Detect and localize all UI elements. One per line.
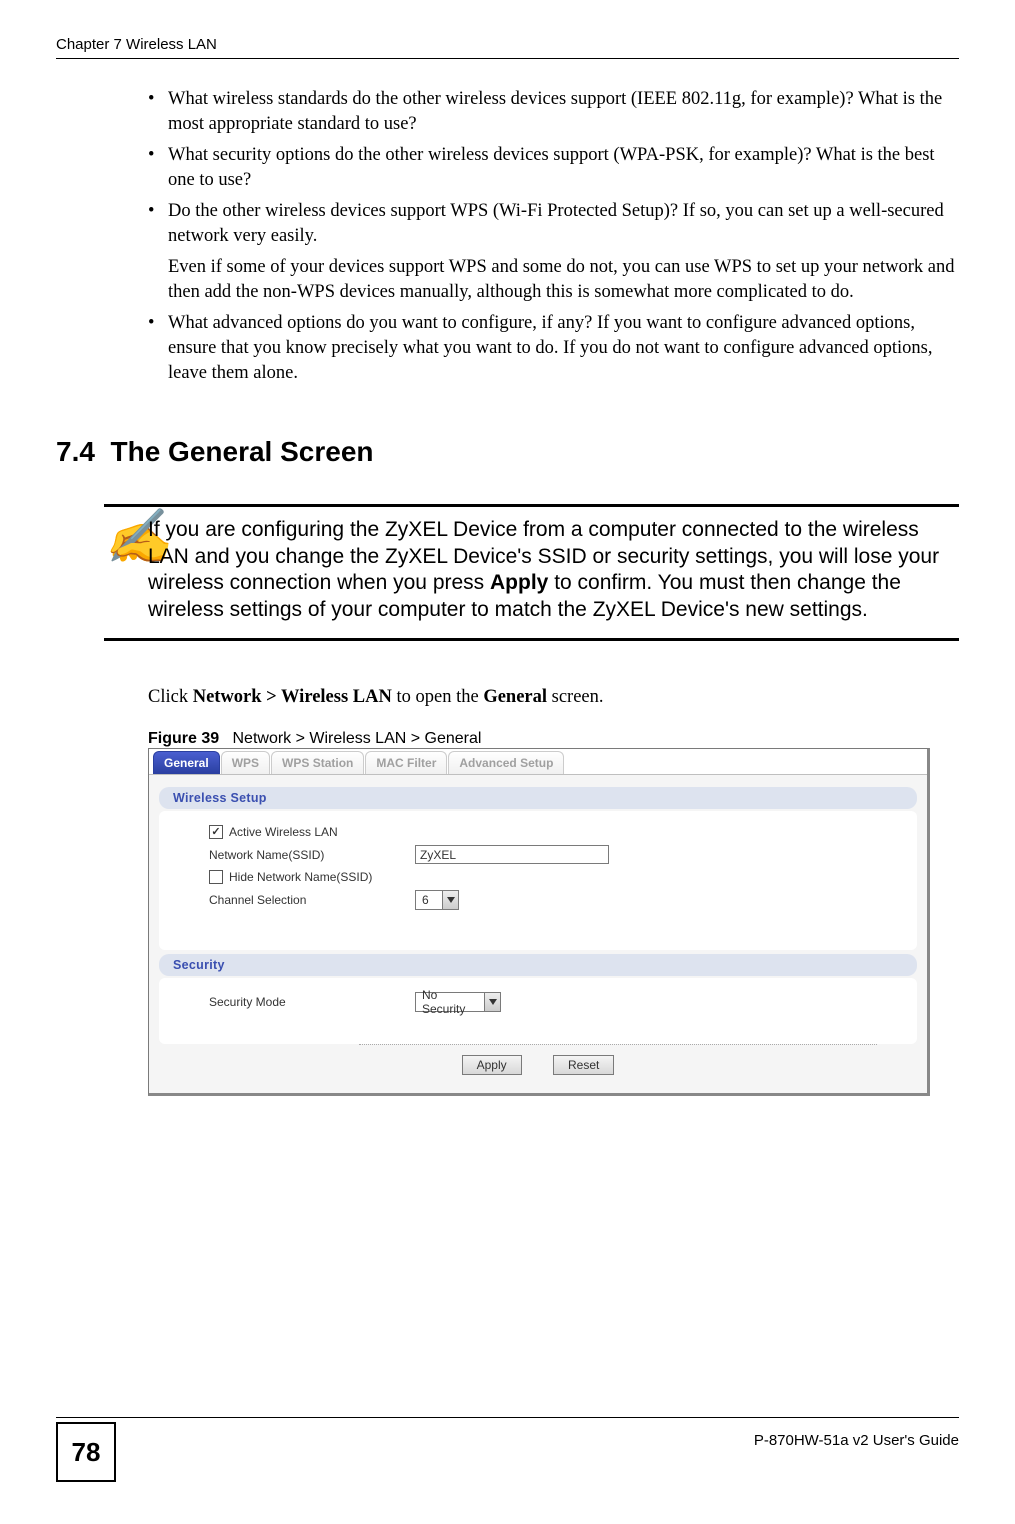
instr-bold2: General <box>483 687 547 707</box>
tab-panel: Wireless Setup Active Wireless LAN Netwo… <box>149 774 927 1093</box>
note-rule <box>104 638 959 641</box>
active-wlan-label: Active Wireless LAN <box>229 825 338 839</box>
tab-wps-station[interactable]: WPS Station <box>271 751 364 774</box>
ssid-label: Network Name(SSID) <box>209 848 324 862</box>
bullet-item: Do the other wireless devices support WP… <box>148 199 959 305</box>
security-heading: Security <box>159 954 917 976</box>
bullet-list: What wireless standards do the other wir… <box>148 87 959 386</box>
bullet-sub-para: Even if some of your devices support WPS… <box>168 255 959 305</box>
channel-label: Channel Selection <box>209 893 306 907</box>
separator <box>359 1044 877 1045</box>
tab-advanced-setup[interactable]: Advanced Setup <box>448 751 564 774</box>
ssid-input[interactable]: ZyXEL <box>415 845 609 864</box>
wireless-setup-body: Active Wireless LAN Network Name(SSID) Z… <box>159 811 917 950</box>
section-number: 7.4 <box>56 436 95 467</box>
row-active-wlan: Active Wireless LAN <box>209 825 897 839</box>
active-wlan-checkbox[interactable] <box>209 825 223 839</box>
bullet-text: What security options do the other wirel… <box>168 145 935 190</box>
chapter-title: Chapter 7 Wireless LAN <box>56 36 217 53</box>
bullet-text: Do the other wireless devices support WP… <box>168 201 944 246</box>
tab-general[interactable]: General <box>153 751 220 774</box>
row-hide-ssid: Hide Network Name(SSID) <box>209 870 897 884</box>
figure-title: Network > Wireless LAN > General <box>232 730 481 747</box>
section-title: The General Screen <box>111 436 374 467</box>
figure-caption: Figure 39 Network > Wireless LAN > Gener… <box>148 730 959 748</box>
bullet-item: What security options do the other wirel… <box>148 143 959 193</box>
tab-wps[interactable]: WPS <box>221 751 270 774</box>
security-mode-select[interactable]: No Security <box>415 992 501 1012</box>
page-body: What wireless standards do the other wir… <box>56 87 959 1096</box>
hide-ssid-label: Hide Network Name(SSID) <box>229 870 372 884</box>
note-text-bold: Apply <box>490 571 548 594</box>
instr-pre: Click <box>148 687 193 707</box>
bullet-text: What wireless standards do the other wir… <box>168 89 942 134</box>
note-text: If you are configuring the ZyXEL Device … <box>148 517 959 625</box>
bullet-text: What advanced options do you want to con… <box>168 313 933 383</box>
figure-label: Figure 39 <box>148 730 219 747</box>
note-content: ✍ If you are configuring the ZyXEL Devic… <box>104 507 959 639</box>
instruction-text: Click Network > Wireless LAN to open the… <box>148 687 959 708</box>
section-heading: 7.4 The General Screen <box>56 436 959 468</box>
dropdown-arrow-icon <box>442 891 458 909</box>
bullet-item: What wireless standards do the other wir… <box>148 87 959 137</box>
reset-button[interactable]: Reset <box>553 1055 614 1075</box>
security-mode-value: No Security <box>416 988 484 1016</box>
tab-bar: General WPS WPS Station MAC Filter Advan… <box>149 749 927 774</box>
row-ssid: Network Name(SSID) ZyXEL <box>209 845 897 864</box>
security-body: Security Mode No Security <box>159 978 917 1044</box>
page-number: 78 <box>56 1422 116 1482</box>
channel-value: 6 <box>416 893 442 907</box>
security-mode-label: Security Mode <box>209 995 286 1009</box>
footer-guide-title: P-870HW-51a v2 User's Guide <box>754 1424 959 1449</box>
note-block: ✍ If you are configuring the ZyXEL Devic… <box>104 504 959 642</box>
figure-screenshot: General WPS WPS Station MAC Filter Advan… <box>148 748 930 1096</box>
button-row: Apply Reset <box>159 1051 917 1085</box>
instr-post: screen. <box>547 687 604 707</box>
channel-select[interactable]: 6 <box>415 890 459 910</box>
row-security-mode: Security Mode No Security <box>209 992 897 1012</box>
tab-mac-filter[interactable]: MAC Filter <box>365 751 447 774</box>
hide-ssid-checkbox[interactable] <box>209 870 223 884</box>
hand-writing-icon: ✍ <box>104 513 148 562</box>
wireless-setup-heading: Wireless Setup <box>159 787 917 809</box>
apply-button[interactable]: Apply <box>462 1055 522 1075</box>
page-footer: 78 P-870HW-51a v2 User's Guide <box>56 1417 959 1482</box>
row-channel: Channel Selection 6 <box>209 890 897 910</box>
instr-mid: to open the <box>392 687 483 707</box>
bullet-item: What advanced options do you want to con… <box>148 311 959 386</box>
dropdown-arrow-icon <box>484 993 500 1011</box>
instr-bold1: Network > Wireless LAN <box>193 687 392 707</box>
page-header: Chapter 7 Wireless LAN <box>56 36 959 59</box>
